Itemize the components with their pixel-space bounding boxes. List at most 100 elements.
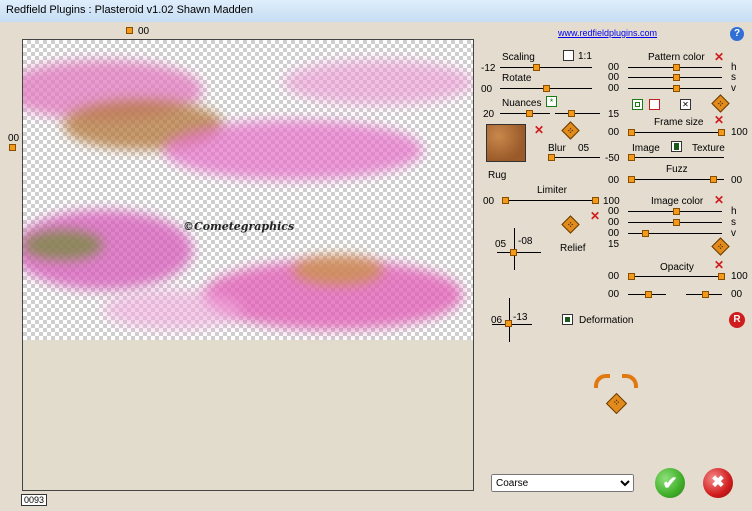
- image-s-value: 00: [608, 217, 620, 228]
- website-link[interactable]: www.redfieldplugins.com: [558, 28, 657, 38]
- image-color-extra-value: 15: [608, 239, 620, 250]
- texture-name: Rug: [488, 170, 507, 181]
- pattern-s-label: s: [731, 72, 736, 83]
- opacity-row2-value-right: 00: [731, 289, 743, 300]
- texture-reset-icon[interactable]: ✕: [534, 124, 544, 136]
- pattern-s-value: 00: [608, 72, 620, 83]
- pattern-h-slider[interactable]: [673, 64, 680, 71]
- scaling-track: [500, 67, 592, 68]
- frame-size-slider-min[interactable]: [628, 129, 635, 136]
- pattern-mode-2-checkbox[interactable]: [649, 99, 660, 110]
- deformation-label: Deformation: [579, 315, 634, 326]
- preview-offset-x-value: 00: [138, 26, 150, 37]
- pattern-color-reset-icon[interactable]: ✕: [714, 51, 724, 63]
- window-title: Redfield Plugins : Plasteroid v1.02 Shaw…: [6, 4, 254, 16]
- opacity-slider-max[interactable]: [718, 273, 725, 280]
- deformation-xy-handle[interactable]: [505, 320, 512, 327]
- blur-slider[interactable]: [548, 154, 555, 161]
- blur-label: Blur: [548, 143, 566, 154]
- cancel-button[interactable]: ✖: [703, 468, 733, 498]
- pattern-color-label: Pattern color: [648, 52, 705, 63]
- opacity-row2-value-left: 00: [608, 289, 620, 300]
- fuzz-value-left: 00: [608, 175, 620, 186]
- mode-select[interactable]: Coarse: [491, 474, 634, 492]
- frame-size-track: [628, 132, 724, 133]
- preview-offset-y-value: 00: [8, 133, 20, 144]
- fuzz-value-right: 00: [731, 175, 743, 186]
- preview-offset-y-handle[interactable]: [9, 144, 16, 151]
- opacity-row2-slider-left[interactable]: [645, 291, 652, 298]
- nuances-checkbox[interactable]: *: [546, 96, 557, 107]
- opacity-reset-icon[interactable]: ✕: [714, 259, 724, 271]
- frame-size-value-right: 100: [731, 127, 748, 138]
- frame-size-reset-icon[interactable]: ✕: [714, 114, 724, 126]
- frame-size-label: Frame size: [654, 117, 704, 128]
- preview-image: ©Cometegraphics: [23, 40, 473, 340]
- nuances-track-right: [555, 113, 600, 114]
- limiter-slider-max[interactable]: [592, 197, 599, 204]
- opacity-value-right: 100: [731, 271, 748, 282]
- image-h-slider[interactable]: [673, 208, 680, 215]
- image-s-label: s: [731, 217, 736, 228]
- image-v-label: v: [731, 228, 736, 239]
- texture-swatch[interactable]: [486, 124, 526, 162]
- opacity-value-left: 00: [608, 271, 620, 282]
- opacity-row2-slider-right[interactable]: [702, 291, 709, 298]
- image-h-value: 00: [608, 206, 620, 217]
- image-v-slider[interactable]: [642, 230, 649, 237]
- reset-all-button[interactable]: R: [729, 312, 745, 328]
- pattern-v-value: 00: [608, 83, 620, 94]
- scaling-1to1-label: 1:1: [578, 51, 592, 62]
- limiter-slider-min[interactable]: [502, 197, 509, 204]
- counter-value: 0093: [24, 495, 45, 505]
- preview-frame[interactable]: ©Cometegraphics: [22, 39, 474, 491]
- nuances-track-left: [500, 113, 550, 114]
- nuances-value-left: 20: [483, 109, 495, 120]
- blur-track: [548, 157, 600, 158]
- pattern-mode-3-checkbox[interactable]: ✕: [680, 99, 691, 110]
- relief-label: Relief: [560, 243, 586, 254]
- pattern-mode-1-checkbox[interactable]: [632, 99, 643, 110]
- scaling-slider[interactable]: [533, 64, 540, 71]
- fuzz-slider-left[interactable]: [628, 176, 635, 183]
- rotate-slider[interactable]: [543, 85, 550, 92]
- image-label: Image: [632, 143, 660, 154]
- pattern-s-slider[interactable]: [673, 74, 680, 81]
- nuances-slider-left[interactable]: [526, 110, 533, 117]
- relief-x-value: 05: [495, 239, 507, 250]
- title-bar: Redfield Plugins : Plasteroid v1.02 Shaw…: [0, 0, 752, 23]
- nuances-value-right: 15: [608, 109, 620, 120]
- image-h-label: h: [731, 206, 737, 217]
- image-color-label: Image color: [651, 196, 704, 207]
- relief-h-axis: [497, 252, 541, 253]
- blur-value: 05: [578, 143, 590, 154]
- limiter-label: Limiter: [537, 185, 568, 196]
- scaling-value: -12: [481, 63, 496, 74]
- image-texture-toggle[interactable]: [671, 141, 682, 152]
- rotate-value: 00: [481, 84, 493, 95]
- deformation-checkbox[interactable]: [562, 314, 573, 325]
- scaling-1to1-checkbox[interactable]: [563, 50, 574, 61]
- image-s-slider[interactable]: [673, 219, 680, 226]
- fuzz-slider-right[interactable]: [710, 176, 717, 183]
- image-texture-value: -50: [605, 153, 620, 164]
- help-icon[interactable]: ?: [730, 27, 744, 41]
- limiter-reset-icon[interactable]: ✕: [590, 210, 600, 222]
- deformation-h-axis: [492, 324, 532, 325]
- relief-y-value: -08: [518, 236, 533, 247]
- image-v-value: 00: [608, 228, 620, 239]
- relief-xy-handle[interactable]: [510, 249, 517, 256]
- texture-label: Texture: [692, 143, 725, 154]
- rotate-label: Rotate: [502, 73, 532, 84]
- opacity-track: [628, 276, 724, 277]
- image-color-reset-icon[interactable]: ✕: [714, 194, 724, 206]
- nuances-slider-right[interactable]: [568, 110, 575, 117]
- opacity-label: Opacity: [660, 262, 694, 273]
- preview-offset-x-handle[interactable]: [126, 27, 133, 34]
- frame-size-slider-max[interactable]: [718, 129, 725, 136]
- counter-box: 0093: [21, 494, 47, 506]
- opacity-slider-min[interactable]: [628, 273, 635, 280]
- ok-button[interactable]: ✔: [655, 468, 685, 498]
- pattern-v-slider[interactable]: [673, 85, 680, 92]
- image-texture-slider[interactable]: [628, 154, 635, 161]
